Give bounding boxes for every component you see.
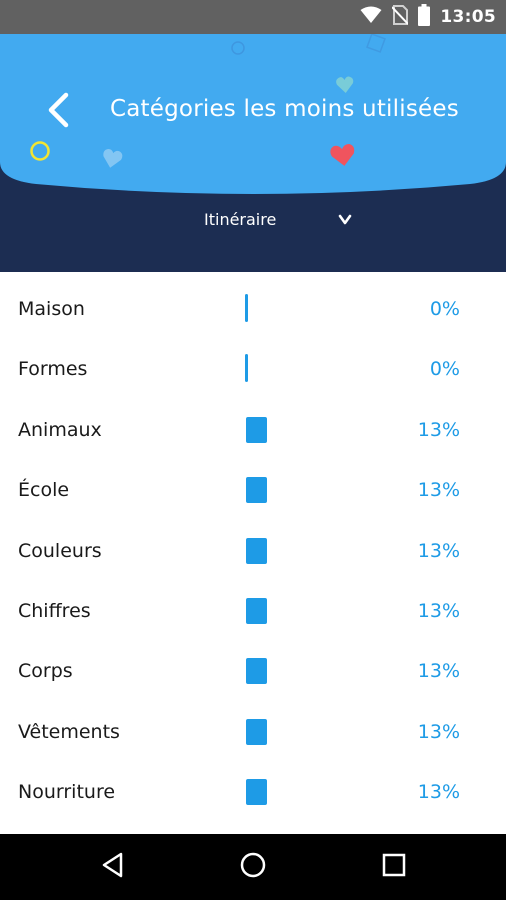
- category-percentage: 13%: [417, 720, 460, 743]
- category-usage-bar: [246, 718, 267, 745]
- recents-square-icon: [382, 853, 406, 882]
- category-usage-bar: [246, 658, 267, 685]
- category-percentage: 13%: [417, 539, 460, 562]
- nav-recents-button[interactable]: [379, 852, 409, 882]
- category-usage-bar: [246, 779, 267, 806]
- page-title: Catégories les moins utilisées: [110, 96, 459, 122]
- category-row: Vêtements 13%: [0, 703, 506, 763]
- back-button[interactable]: [38, 92, 78, 132]
- header-background: [0, 34, 506, 194]
- category-usage-bar: [246, 598, 267, 624]
- nav-bar: [0, 834, 506, 900]
- category-name: Formes: [18, 358, 88, 381]
- category-percentage: 0%: [429, 358, 460, 381]
- category-row: Couleurs 13%: [0, 522, 506, 582]
- category-row: Chiffres 13%: [0, 582, 506, 642]
- category-name: Corps: [18, 660, 73, 683]
- category-name: Vêtements: [18, 720, 120, 743]
- category-row: Maison 0%: [0, 280, 506, 340]
- category-row: Nourriture 13%: [0, 763, 506, 823]
- back-triangle-icon: [101, 852, 125, 883]
- status-bar: 13:05: [0, 0, 506, 34]
- nav-back-button[interactable]: [98, 852, 128, 882]
- category-name: Maison: [18, 298, 85, 320]
- category-name: Nourriture: [18, 781, 116, 804]
- category-percentage: 13%: [417, 660, 460, 683]
- category-usage-bar: [246, 537, 267, 564]
- category-percentage: 13%: [417, 418, 460, 441]
- category-percentage: 13%: [417, 479, 460, 502]
- category-percentage: 13%: [417, 781, 460, 804]
- filter-selected-value: Itinéraire: [204, 210, 277, 229]
- home-circle-icon: [239, 851, 267, 884]
- category-usage-bar: [245, 354, 248, 383]
- wifi-icon: [360, 6, 382, 29]
- category-percentage: 0%: [429, 298, 460, 320]
- category-usage-bar: [246, 416, 267, 443]
- category-row: Animaux 13%: [0, 401, 506, 461]
- category-usage-bar: [245, 294, 248, 322]
- filter-dropdown[interactable]: Itinéraire: [194, 206, 364, 236]
- no-sim-icon: [391, 4, 410, 30]
- status-time: 13:05: [440, 7, 496, 27]
- category-row: École 13%: [0, 461, 506, 521]
- chevron-left-icon: [46, 92, 70, 133]
- nav-home-button[interactable]: [238, 852, 268, 882]
- category-percentage: 13%: [417, 600, 460, 622]
- category-list: Maison 0% Formes 0% Animaux 13% École 13% Couleu…: [0, 272, 506, 834]
- battery-icon: [418, 3, 431, 31]
- category-row: Corps 13%: [0, 642, 506, 702]
- header: Catégories les moins utilisées Itinérair…: [0, 34, 506, 272]
- category-name: Animaux: [18, 418, 102, 441]
- category-usage-bar: [246, 477, 267, 504]
- category-name: École: [18, 479, 70, 502]
- category-row: Formes 0%: [0, 340, 506, 400]
- category-name: Couleurs: [18, 539, 102, 562]
- chevron-down-icon: [338, 212, 352, 231]
- status-icons: 13:05: [360, 3, 496, 31]
- category-name: Chiffres: [18, 600, 91, 622]
